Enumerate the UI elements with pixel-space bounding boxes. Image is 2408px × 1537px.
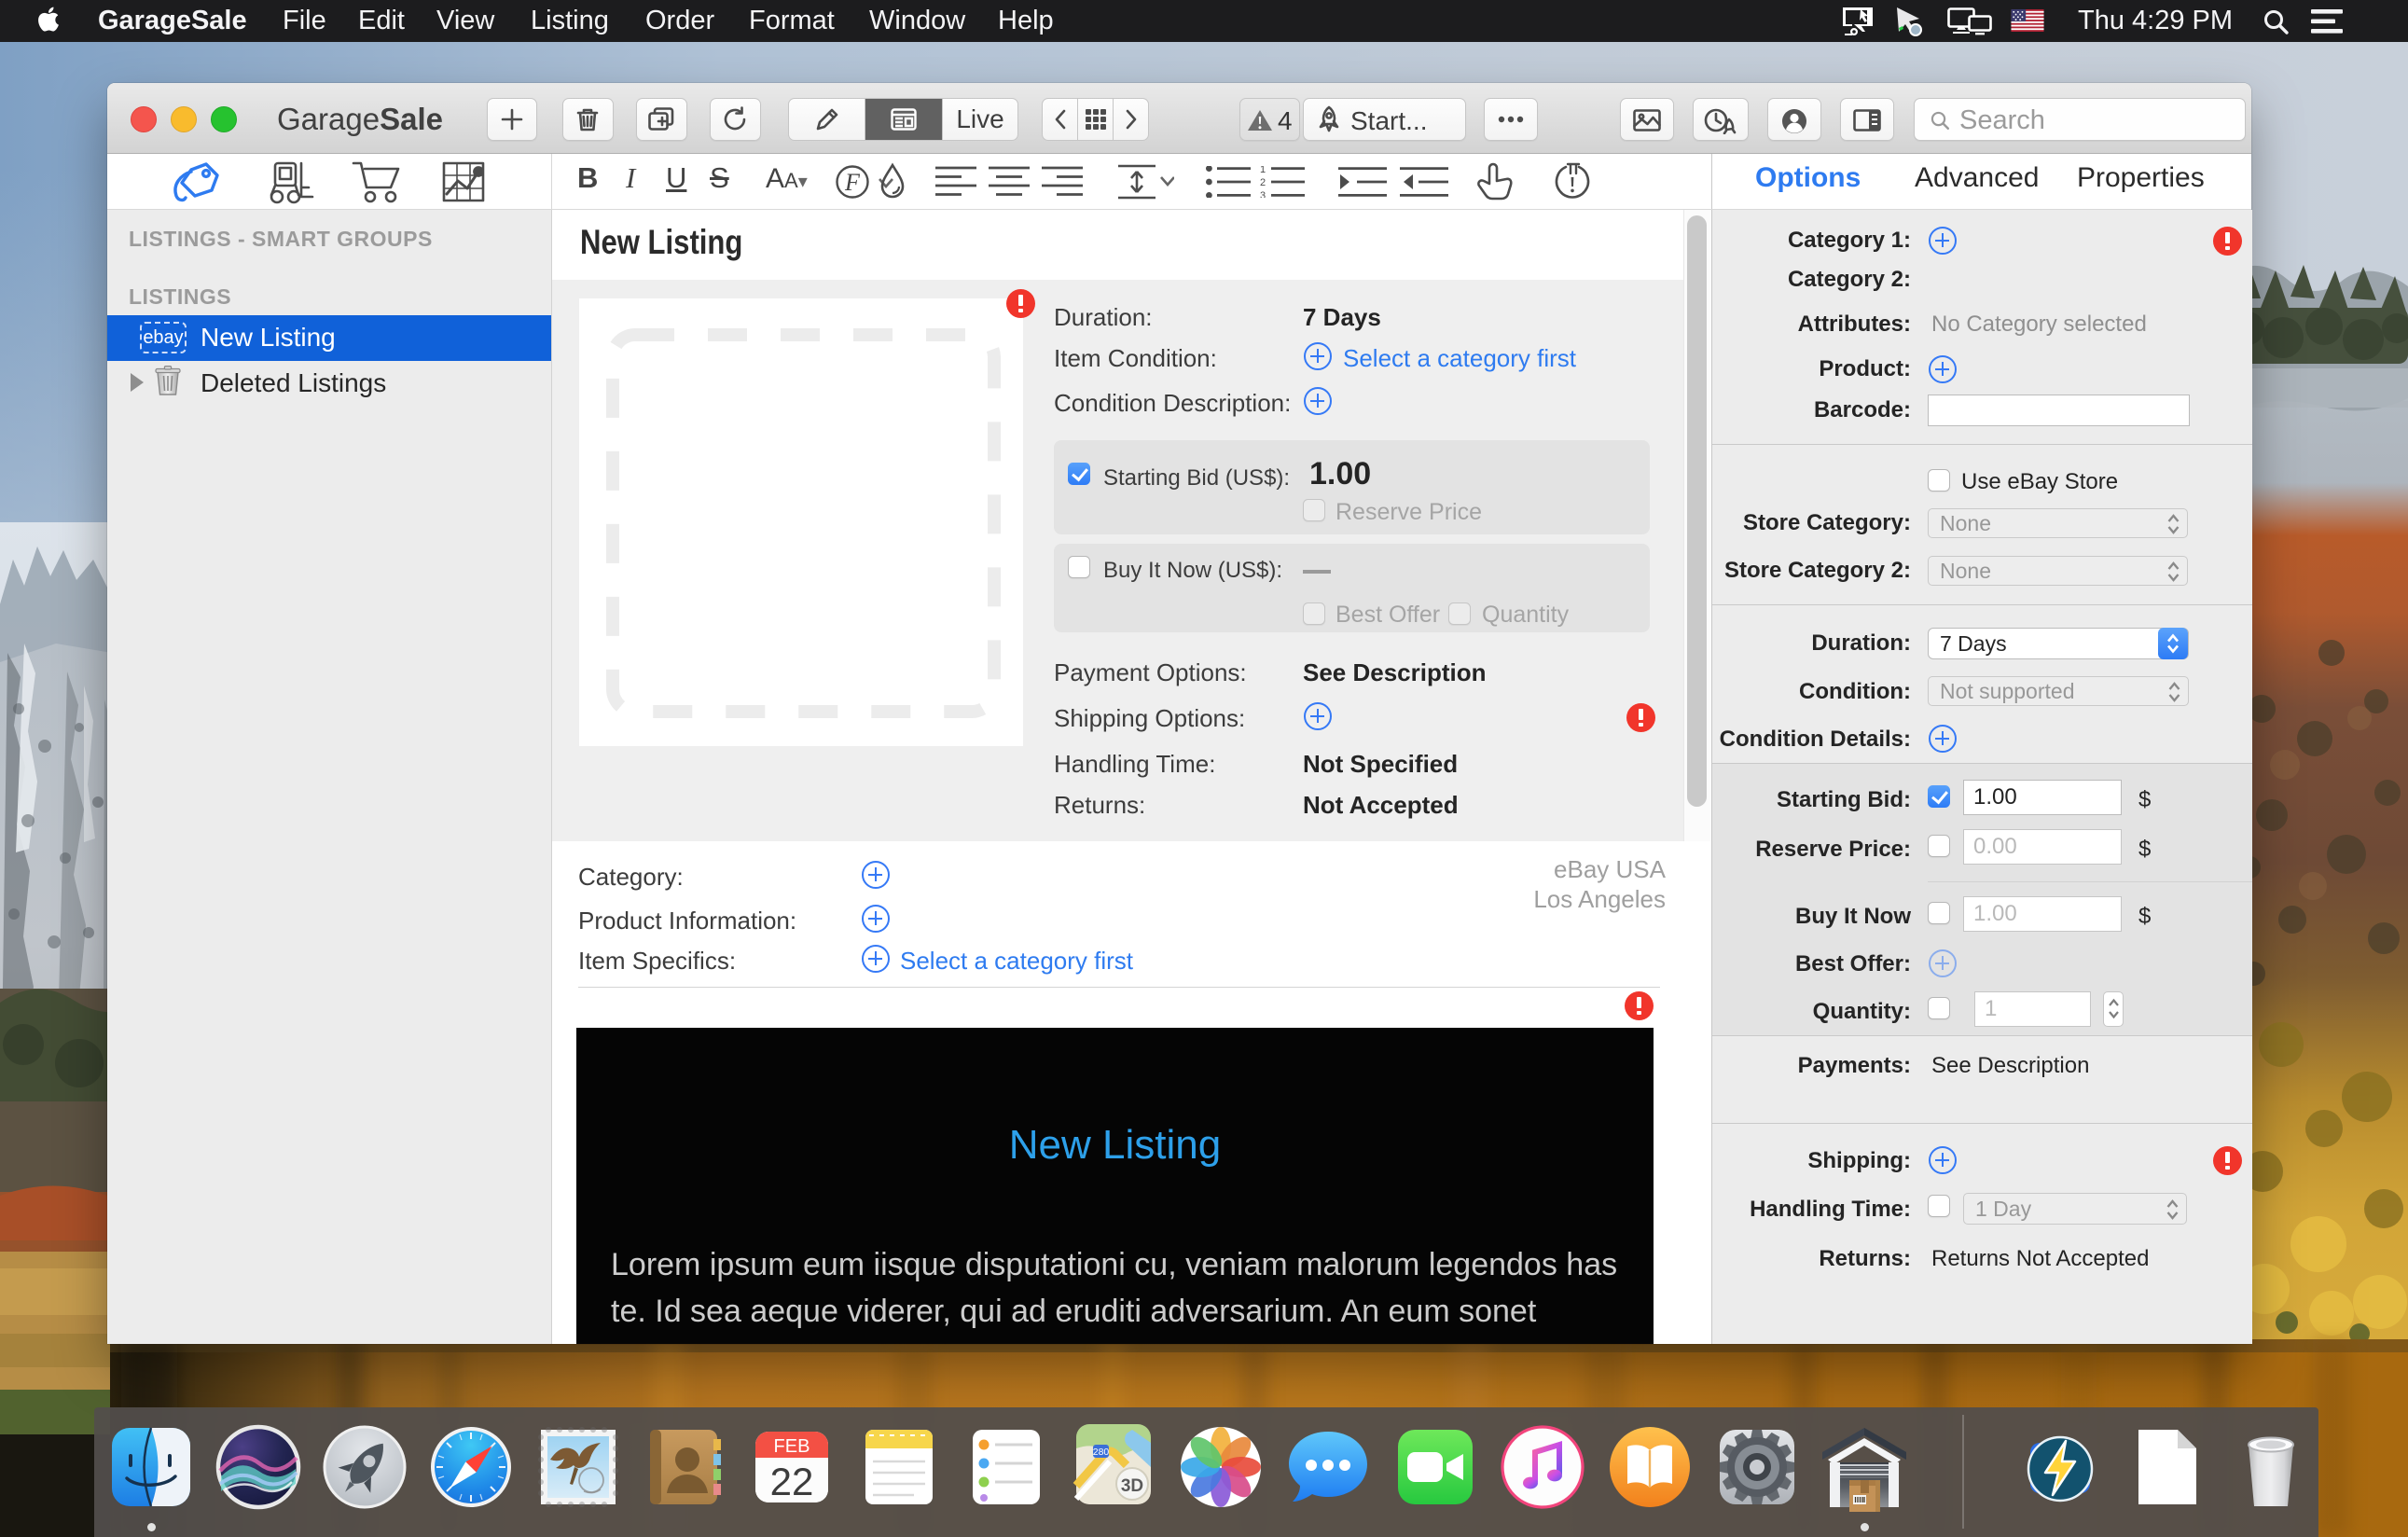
svg-text:F: F <box>844 169 861 196</box>
svg-text:FEB: FEB <box>774 1436 810 1457</box>
svg-text:2: 2 <box>1260 177 1266 188</box>
svg-text:22: 22 <box>770 1460 814 1503</box>
svg-text:3: 3 <box>1260 190 1266 198</box>
svg-text:280: 280 <box>1093 1447 1110 1458</box>
svg-text:1: 1 <box>1260 166 1266 175</box>
svg-text:3D: 3D <box>1121 1476 1143 1496</box>
